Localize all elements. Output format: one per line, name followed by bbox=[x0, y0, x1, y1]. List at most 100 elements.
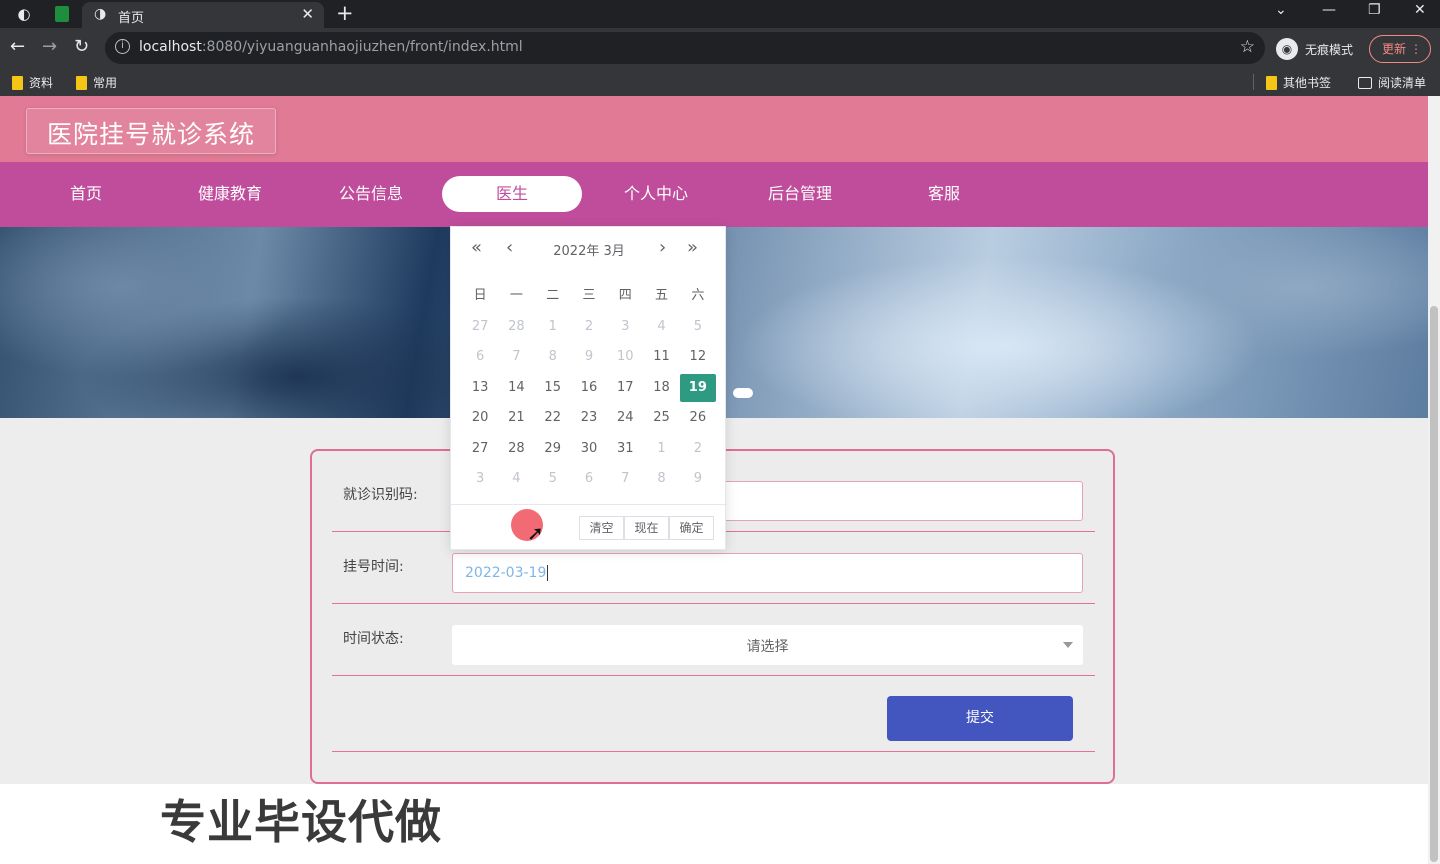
bookmark-star-icon[interactable]: ☆ bbox=[1240, 37, 1255, 57]
day-cell[interactable]: 22 bbox=[535, 404, 571, 432]
day-cell[interactable]: 24 bbox=[607, 404, 643, 432]
minimize-icon[interactable]: — bbox=[1322, 2, 1336, 18]
confirm-button[interactable]: 确定 bbox=[669, 516, 714, 540]
window-close-icon[interactable]: ✕ bbox=[1414, 2, 1426, 18]
day-cell[interactable]: 14 bbox=[498, 374, 534, 402]
day-cell[interactable]: 16 bbox=[571, 374, 607, 402]
bookmark-folder-ziliao[interactable]: 资料 bbox=[12, 74, 53, 91]
incognito-label[interactable]: 无痕模式 bbox=[1305, 41, 1353, 58]
day-cell[interactable]: 12 bbox=[680, 343, 716, 371]
day-cell[interactable]: 28 bbox=[498, 435, 534, 463]
tab-close-icon[interactable]: ✕ bbox=[301, 5, 314, 23]
day-cell[interactable]: 3 bbox=[462, 465, 498, 493]
nav-customer-service[interactable]: 客服 bbox=[874, 176, 1014, 212]
incognito-icon[interactable]: ◉ bbox=[1276, 38, 1298, 60]
day-cell[interactable]: 6 bbox=[462, 343, 498, 371]
registration-date-input[interactable]: 2022-03-19 bbox=[452, 553, 1083, 593]
day-cell[interactable]: 2 bbox=[571, 313, 607, 341]
tab-title: 首页 bbox=[118, 11, 145, 26]
next-year-icon[interactable]: » bbox=[687, 237, 698, 258]
back-icon[interactable]: ← bbox=[10, 36, 25, 57]
day-cell[interactable]: 9 bbox=[571, 343, 607, 371]
browser-tab-strip: ◐ ◑ 首页 ✕ + ⌄ — ❐ ✕ bbox=[0, 0, 1440, 28]
sheets-icon[interactable] bbox=[52, 4, 72, 24]
browser-tab-active[interactable]: ◑ 首页 ✕ bbox=[82, 2, 324, 28]
day-cell[interactable]: 2 bbox=[680, 435, 716, 463]
day-cell[interactable]: 8 bbox=[535, 343, 571, 371]
day-cell[interactable]: 20 bbox=[462, 404, 498, 432]
page-viewport: 医院挂号就诊系统 首页 健康教育 公告信息 医生 个人中心 后台管理 客服 就诊… bbox=[0, 96, 1428, 864]
restore-icon[interactable]: ❐ bbox=[1368, 2, 1381, 18]
day-cell[interactable]: 31 bbox=[607, 435, 643, 463]
day-cell[interactable]: 23 bbox=[571, 404, 607, 432]
site-info-icon[interactable]: i bbox=[115, 39, 130, 54]
clear-button[interactable]: 清空 bbox=[579, 516, 624, 540]
update-button[interactable]: 更新 ⋮ bbox=[1369, 35, 1431, 63]
reload-icon[interactable]: ↻ bbox=[74, 36, 89, 57]
day-cell[interactable]: 3 bbox=[607, 313, 643, 341]
day-cell[interactable]: 8 bbox=[643, 465, 679, 493]
day-cell[interactable]: 26 bbox=[680, 404, 716, 432]
day-cell[interactable]: 18 bbox=[643, 374, 679, 402]
week-row: 27 28 29 30 31 1 2 bbox=[462, 434, 716, 465]
day-cell[interactable]: 11 bbox=[643, 343, 679, 371]
day-cell[interactable]: 4 bbox=[643, 313, 679, 341]
day-cell[interactable]: 5 bbox=[535, 465, 571, 493]
day-cell[interactable]: 4 bbox=[498, 465, 534, 493]
address-bar[interactable]: i localhost:8080/yiyuanguanhaojiuzhen/fr… bbox=[105, 32, 1265, 64]
day-cell[interactable]: 13 bbox=[462, 374, 498, 402]
nav-personal-center[interactable]: 个人中心 bbox=[586, 176, 726, 212]
day-cell[interactable]: 30 bbox=[571, 435, 607, 463]
nav-health-education[interactable]: 健康教育 bbox=[160, 176, 300, 212]
globe-icon: ◑ bbox=[94, 6, 107, 22]
weekday-label: 五 bbox=[655, 288, 669, 304]
day-cell[interactable]: 10 bbox=[607, 343, 643, 371]
nav-announcements[interactable]: 公告信息 bbox=[301, 176, 441, 212]
day-cell-selected[interactable]: 19 bbox=[679, 373, 716, 402]
day-cell[interactable]: 9 bbox=[680, 465, 716, 493]
day-cell[interactable]: 27 bbox=[462, 313, 498, 341]
tab-search-chevron-icon[interactable]: ⌄ bbox=[1275, 2, 1287, 18]
nav-admin[interactable]: 后台管理 bbox=[730, 176, 870, 212]
status-label: 时间状态: bbox=[343, 631, 404, 647]
carousel-indicator[interactable] bbox=[733, 388, 753, 398]
day-cell[interactable]: 17 bbox=[607, 374, 643, 402]
weekday-label: 四 bbox=[618, 288, 632, 304]
weekday-label: 六 bbox=[691, 288, 705, 304]
page-scrollbar[interactable] bbox=[1428, 96, 1440, 864]
day-cell[interactable]: 1 bbox=[643, 435, 679, 463]
weekday-label: 三 bbox=[582, 288, 596, 304]
day-cell[interactable]: 15 bbox=[535, 374, 571, 402]
day-cell[interactable]: 29 bbox=[535, 435, 571, 463]
now-button[interactable]: 现在 bbox=[624, 516, 669, 540]
submit-button[interactable]: 提交 bbox=[887, 696, 1073, 741]
day-cell[interactable]: 5 bbox=[680, 313, 716, 341]
nav-home[interactable]: 首页 bbox=[16, 176, 156, 212]
new-tab-icon[interactable]: + bbox=[336, 1, 354, 25]
date-picker-title: 2022年 3月 bbox=[553, 244, 625, 259]
next-month-icon[interactable]: › bbox=[659, 237, 666, 258]
day-cell[interactable]: 27 bbox=[462, 435, 498, 463]
text-caret bbox=[547, 565, 549, 581]
day-cell[interactable]: 25 bbox=[643, 404, 679, 432]
bookmark-other[interactable]: 其他书签 bbox=[1266, 74, 1331, 91]
day-cell[interactable]: 28 bbox=[498, 313, 534, 341]
form-row-status: 时间状态: 请选择 bbox=[332, 604, 1095, 676]
code-label: 就诊识别码: bbox=[343, 487, 418, 503]
nav-doctors[interactable]: 医生 bbox=[442, 176, 582, 212]
status-select[interactable]: 请选择 bbox=[452, 625, 1083, 665]
site-logo[interactable]: 医院挂号就诊系统 bbox=[26, 108, 276, 154]
forward-icon[interactable]: → bbox=[42, 36, 57, 57]
day-cell[interactable]: 7 bbox=[607, 465, 643, 493]
day-cell[interactable]: 7 bbox=[498, 343, 534, 371]
watermark-text: 专业毕设代做 bbox=[160, 795, 442, 849]
bookmark-separator bbox=[1253, 74, 1254, 90]
day-cell[interactable]: 1 bbox=[535, 313, 571, 341]
day-cell[interactable]: 21 bbox=[498, 404, 534, 432]
day-cell[interactable]: 6 bbox=[571, 465, 607, 493]
bookmark-folder-changyong[interactable]: 常用 bbox=[76, 74, 117, 91]
menu-dots-icon[interactable]: ⋮ bbox=[1410, 36, 1422, 62]
chrome-globe-icon[interactable]: ◐ bbox=[14, 4, 34, 24]
scrollbar-thumb[interactable] bbox=[1430, 306, 1438, 862]
reading-list[interactable]: 阅读清单 bbox=[1358, 74, 1426, 91]
